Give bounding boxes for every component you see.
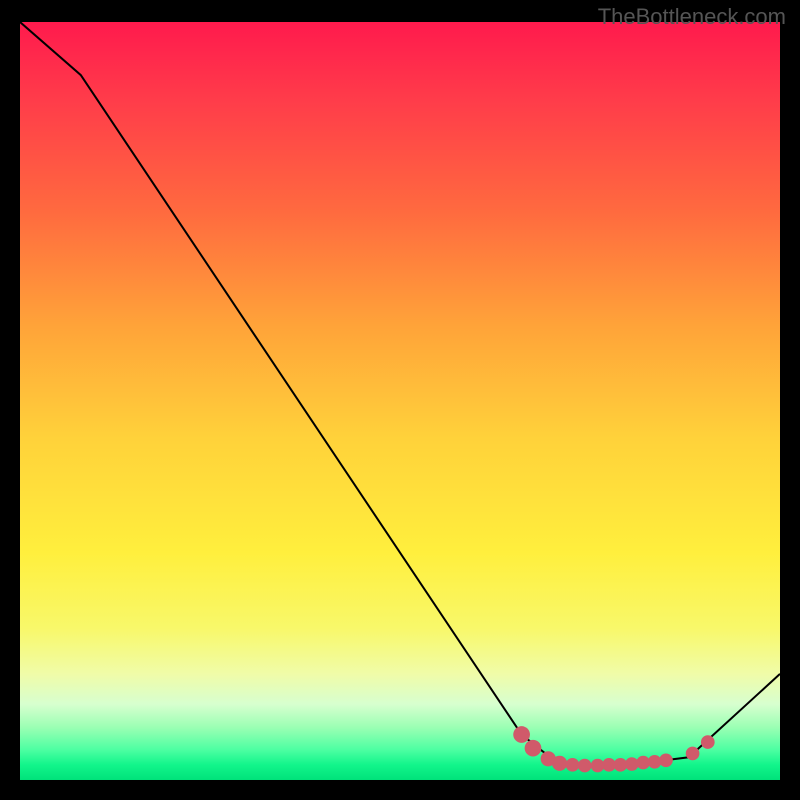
chart-svg [20,22,780,780]
chart-marker [686,747,700,761]
chart-marker [701,735,715,749]
chart-markers [513,726,714,772]
chart-marker [513,726,530,743]
chart-line [20,22,780,765]
chart-marker [659,753,673,767]
watermark-text: TheBottleneck.com [598,4,786,30]
chart-plot-area [20,22,780,780]
chart-marker [552,756,567,771]
chart-marker [566,758,580,772]
chart-marker [525,740,542,757]
chart-marker [578,759,592,773]
